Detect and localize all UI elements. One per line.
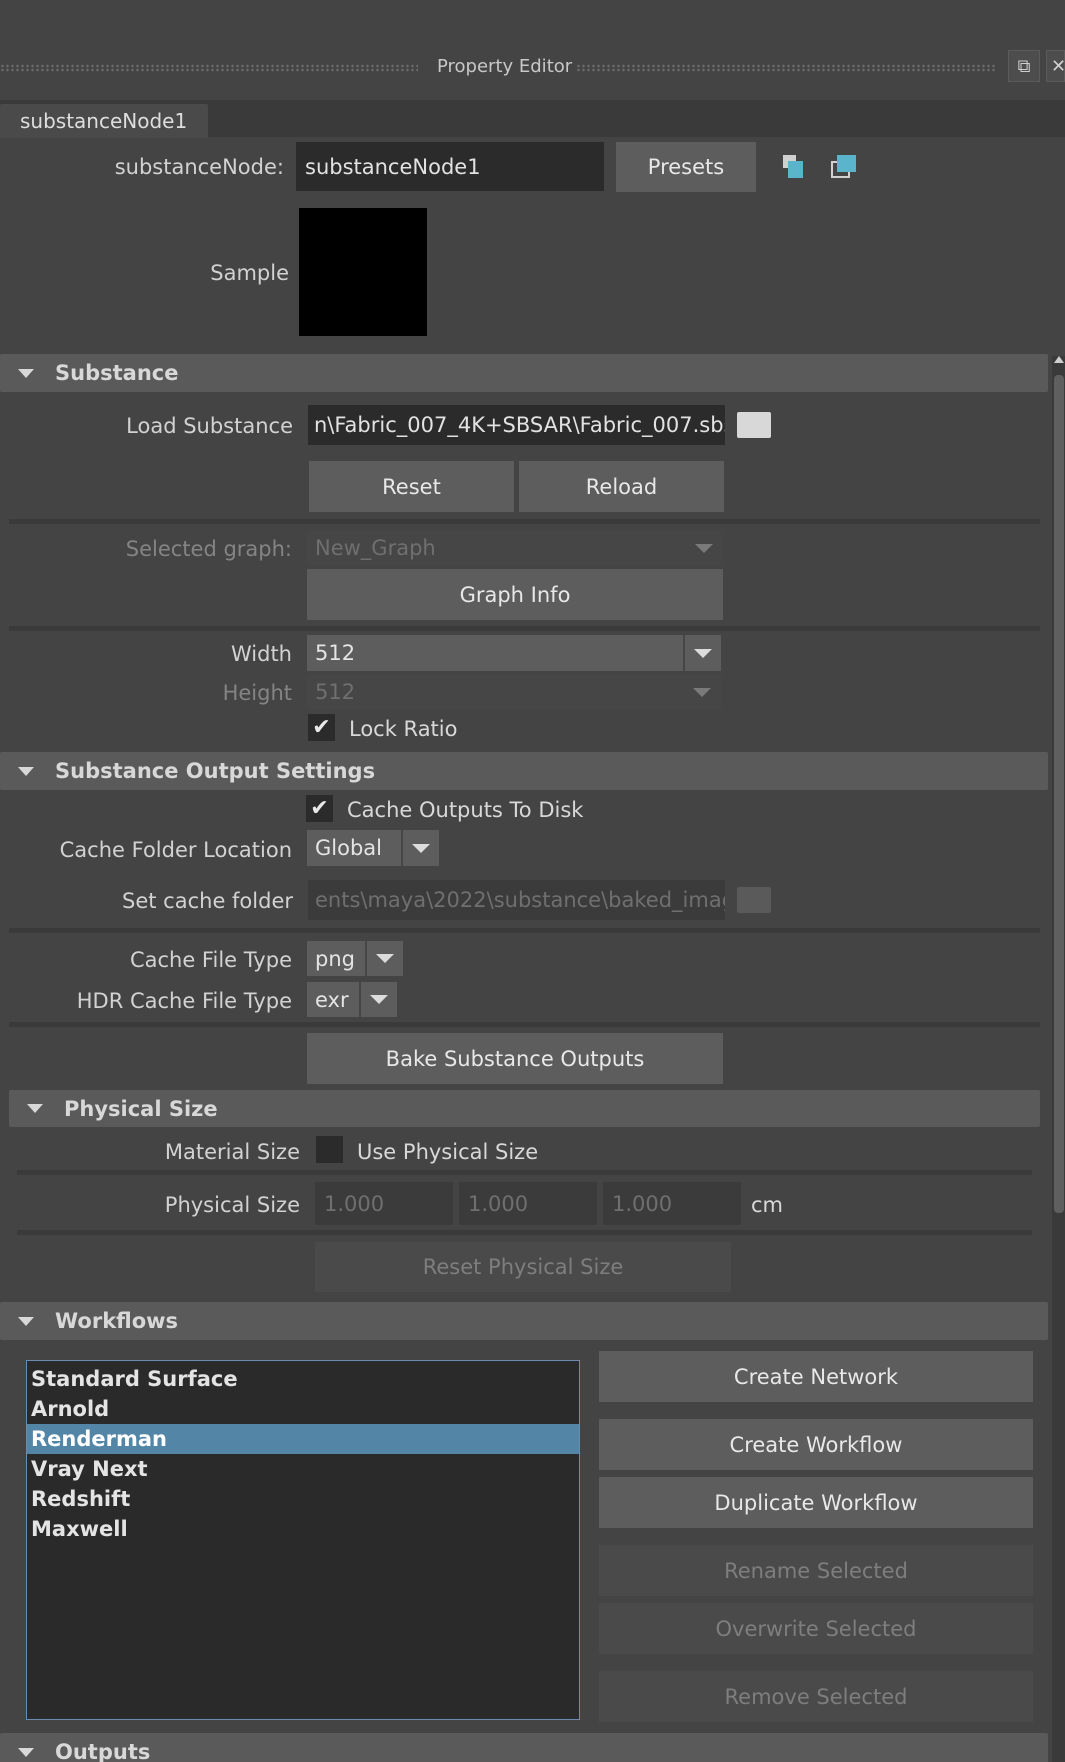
separator <box>17 1170 1032 1175</box>
collapse-triangle-icon <box>18 1316 34 1326</box>
section-physical-size[interactable]: Physical Size <box>9 1090 1040 1127</box>
height-dropdown: 512 <box>307 674 721 710</box>
cache-outputs-label: Cache Outputs To Disk <box>347 798 584 822</box>
height-label: Height <box>222 681 292 705</box>
list-item[interactable]: Arnold <box>27 1394 579 1424</box>
lock-ratio-checkbox[interactable]: ✔ <box>308 714 335 741</box>
section-outputs[interactable]: Outputs <box>0 1733 1048 1762</box>
section-output-settings[interactable]: Substance Output Settings <box>0 752 1048 790</box>
chevron-down-icon <box>359 982 397 1017</box>
sample-swatch <box>299 208 427 336</box>
window-title: Property Editor <box>437 56 573 77</box>
collapse-triangle-icon <box>18 766 34 776</box>
drag-grip-right[interactable] <box>576 64 996 72</box>
reset-physical-size-button: Reset Physical Size <box>315 1242 731 1292</box>
section-substance[interactable]: Substance <box>0 354 1048 392</box>
overwrite-selected-button: Overwrite Selected <box>599 1603 1033 1654</box>
bake-outputs-button[interactable]: Bake Substance Outputs <box>307 1033 723 1084</box>
separator <box>9 626 1040 631</box>
collapse-triangle-icon <box>18 1747 34 1757</box>
physical-size-x-field: 1.000 <box>315 1182 453 1225</box>
title-bar <box>0 0 1065 100</box>
cache-outputs-checkbox[interactable]: ✔ <box>306 795 333 822</box>
selected-graph-dropdown: New_Graph <box>307 530 723 566</box>
hdr-cache-file-type-dropdown[interactable]: exr <box>307 982 397 1017</box>
drag-grip-left[interactable] <box>0 64 418 72</box>
cache-folder-location-label: Cache Folder Location <box>59 838 292 862</box>
chevron-down-icon <box>401 830 439 866</box>
set-cache-folder-field: ents\maya\2022\substance\baked_images <box>308 880 725 920</box>
sample-label: Sample <box>210 261 289 285</box>
select-node-icon[interactable] <box>783 155 805 180</box>
list-item[interactable]: Renderman <box>27 1424 579 1454</box>
create-workflow-button[interactable]: Create Workflow <box>599 1419 1033 1470</box>
width-label: Width <box>230 642 292 666</box>
remove-selected-button: Remove Selected <box>599 1671 1033 1722</box>
load-substance-label: Load Substance <box>126 414 293 438</box>
scroll-up-icon[interactable] <box>1054 356 1064 363</box>
node-name-field[interactable]: substanceNode1 <box>296 142 604 191</box>
rename-selected-button: Rename Selected <box>599 1545 1033 1596</box>
section-workflows[interactable]: Workflows <box>0 1302 1048 1340</box>
physical-size-label: Physical Size <box>164 1193 300 1217</box>
reload-button[interactable]: Reload <box>519 461 724 512</box>
duplicate-workflow-button[interactable]: Duplicate Workflow <box>599 1477 1033 1528</box>
load-substance-field[interactable]: n\Fabric_007_4K+SBSAR\Fabric_007.sbsar <box>308 405 725 445</box>
list-item[interactable]: Maxwell <box>27 1514 579 1544</box>
separator <box>9 928 1040 933</box>
copy-tab-icon[interactable] <box>831 155 857 180</box>
presets-button[interactable]: Presets <box>616 142 756 192</box>
list-item[interactable]: Standard Surface <box>27 1364 579 1394</box>
chevron-down-icon <box>683 674 721 710</box>
tab-substance-node[interactable]: substanceNode1 <box>0 104 208 138</box>
create-network-button[interactable]: Create Network <box>599 1351 1033 1402</box>
physical-size-y-field: 1.000 <box>459 1182 597 1225</box>
folder-icon <box>737 887 771 913</box>
width-dropdown[interactable]: 512 <box>307 635 721 671</box>
node-label: substanceNode: <box>114 155 284 179</box>
list-item[interactable]: Vray Next <box>27 1454 579 1484</box>
physical-size-z-field: 1.000 <box>603 1182 741 1225</box>
collapse-triangle-icon <box>27 1104 43 1113</box>
unit-label: cm <box>751 1193 784 1217</box>
separator <box>9 1022 1040 1027</box>
scrollbar-thumb[interactable] <box>1054 375 1064 1213</box>
chevron-down-icon <box>683 635 721 671</box>
close-icon[interactable]: ✕ <box>1046 50 1065 82</box>
cache-file-type-dropdown[interactable]: png <box>307 941 403 976</box>
collapse-triangle-icon <box>18 368 34 378</box>
lock-ratio-label: Lock Ratio <box>349 717 458 741</box>
material-size-label: Material Size <box>164 1140 300 1164</box>
cache-file-type-label: Cache File Type <box>129 948 292 972</box>
chevron-down-icon <box>365 941 403 976</box>
float-window-icon[interactable]: ⧉ <box>1008 50 1040 82</box>
use-physical-size-checkbox[interactable] <box>316 1136 343 1163</box>
folder-icon[interactable] <box>737 412 771 438</box>
selected-graph-label: Selected graph: <box>125 537 292 561</box>
separator <box>9 519 1040 524</box>
use-physical-size-label: Use Physical Size <box>357 1140 539 1164</box>
workflows-list[interactable]: Standard Surface Arnold Renderman Vray N… <box>26 1360 580 1720</box>
hdr-cache-file-type-label: HDR Cache File Type <box>76 989 292 1013</box>
chevron-down-icon <box>685 530 723 566</box>
cache-folder-location-dropdown[interactable]: Global <box>307 830 439 866</box>
reset-button[interactable]: Reset <box>309 461 514 512</box>
graph-info-button[interactable]: Graph Info <box>307 569 723 620</box>
list-item[interactable]: Redshift <box>27 1484 579 1514</box>
separator <box>17 1230 1032 1235</box>
set-cache-folder-label: Set cache folder <box>122 889 293 913</box>
